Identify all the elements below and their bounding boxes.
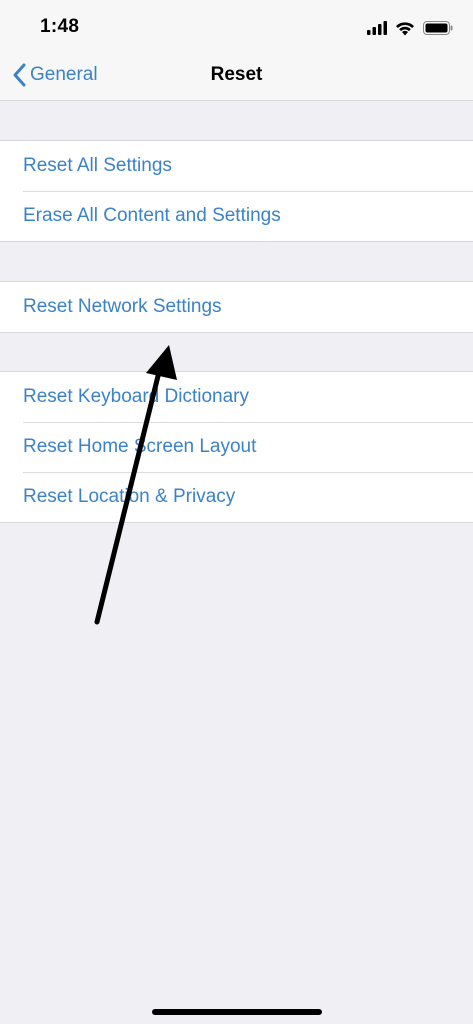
navigation-bar: Reset General xyxy=(0,50,473,101)
back-button-label: General xyxy=(30,64,98,85)
reset-keyboard-dictionary-row[interactable]: Reset Keyboard Dictionary xyxy=(0,372,473,422)
reset-settings-screen: 1:48 Reset General Reset All Settings Er… xyxy=(0,0,473,1024)
battery-icon xyxy=(423,21,453,35)
status-bar: 1:48 xyxy=(0,0,473,50)
cellular-signal-icon xyxy=(367,21,387,35)
erase-all-content-row[interactable]: Erase All Content and Settings xyxy=(0,191,473,241)
reset-home-screen-layout-row[interactable]: Reset Home Screen Layout xyxy=(0,422,473,472)
back-button[interactable]: General xyxy=(12,50,98,100)
wifi-icon xyxy=(396,21,414,35)
reset-all-settings-row[interactable]: Reset All Settings xyxy=(0,141,473,191)
reset-group-general: Reset All Settings Erase All Content and… xyxy=(0,140,473,242)
reset-group-network: Reset Network Settings xyxy=(0,281,473,333)
status-icons xyxy=(367,18,453,38)
home-indicator[interactable] xyxy=(152,1009,322,1015)
chevron-left-icon xyxy=(13,63,26,87)
status-time: 1:48 xyxy=(40,16,80,37)
reset-network-settings-row[interactable]: Reset Network Settings xyxy=(0,282,473,332)
reset-group-other: Reset Keyboard Dictionary Reset Home Scr… xyxy=(0,371,473,523)
reset-location-privacy-row[interactable]: Reset Location & Privacy xyxy=(0,472,473,522)
